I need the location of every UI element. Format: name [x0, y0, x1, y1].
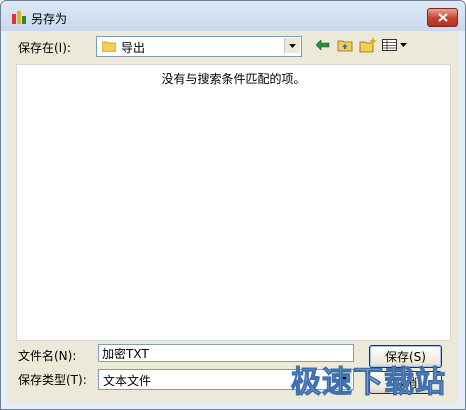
- save-as-dialog: 另存为 保存在(I): 导出 没有与搜索条件匹配的项。 文件名(N): 加密TX…: [0, 0, 466, 410]
- watermark-text: 极速下载站: [291, 365, 446, 401]
- dialog-body: 保存在(I): 导出 没有与搜索条件匹配的项。 文件名(N): 加密TXT 保存…: [7, 31, 458, 403]
- window-title: 另存为: [31, 12, 68, 26]
- file-type-value: 文本文件: [103, 374, 152, 388]
- view-menu-button[interactable]: [381, 36, 409, 54]
- empty-results-message: 没有与搜索条件匹配的项。: [161, 72, 306, 86]
- folder-icon: [102, 41, 116, 52]
- new-folder-button[interactable]: [358, 36, 378, 54]
- file-name-label: 文件名(N):: [18, 349, 77, 363]
- chevron-down-icon: [289, 43, 296, 48]
- file-type-label: 保存类型(T):: [18, 373, 87, 387]
- app-icon: [12, 11, 26, 24]
- close-button[interactable]: [427, 8, 458, 27]
- back-arrow-icon: [316, 40, 330, 50]
- close-icon: [437, 13, 448, 22]
- look-in-value: 导出: [121, 41, 146, 55]
- view-menu-icon: [382, 39, 407, 51]
- up-folder-icon: [337, 40, 353, 52]
- look-in-dropdown-arrow[interactable]: [284, 38, 300, 53]
- back-button[interactable]: [313, 36, 333, 54]
- file-list-view[interactable]: 没有与搜索条件匹配的项。: [16, 64, 451, 341]
- title-bar[interactable]: 另存为: [1, 1, 465, 31]
- look-in-dropdown[interactable]: 导出: [96, 36, 302, 57]
- up-folder-button[interactable]: [335, 36, 355, 54]
- look-in-label: 保存在(I):: [18, 41, 71, 55]
- new-folder-icon: [359, 37, 377, 53]
